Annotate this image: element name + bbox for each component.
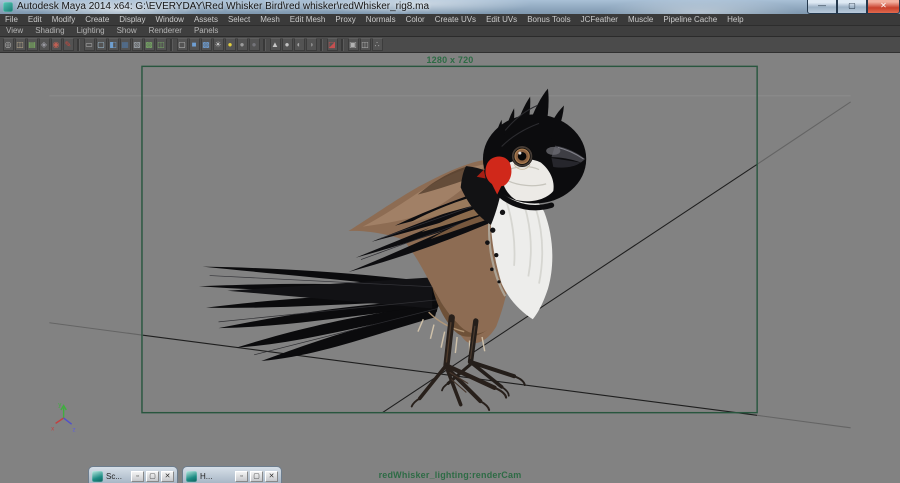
xray-joints-icon[interactable]: ◫ xyxy=(360,38,371,51)
use-all-lights-icon[interactable]: ☀ xyxy=(213,38,224,51)
toolbar-separator xyxy=(341,39,344,51)
bookmark-icon[interactable]: ▤ xyxy=(27,38,38,51)
isolate-select-icon[interactable]: ◪ xyxy=(327,38,338,51)
resolution-gate-label: 1280 x 720 xyxy=(0,55,900,65)
toolbar-separator xyxy=(77,39,80,51)
shaded-mode-icon[interactable]: ■ xyxy=(189,38,200,51)
toolbar-separator xyxy=(170,39,173,51)
panel-window-title: Sc... xyxy=(106,472,129,481)
menu-item-display[interactable]: Display xyxy=(114,14,150,25)
image-plane-icon[interactable]: ◈ xyxy=(39,38,50,51)
toolbar-separator xyxy=(320,39,323,51)
main-menu-bar: FileEditModifyCreateDisplayWindowAssetsS… xyxy=(0,14,900,26)
maximize-button[interactable]: ▢ xyxy=(837,0,867,14)
camera-attributes-icon[interactable]: ◫ xyxy=(15,38,26,51)
svg-text:x: x xyxy=(51,425,55,432)
menu-item-edit-uvs[interactable]: Edit UVs xyxy=(481,14,522,25)
panel-menu-bar: ViewShadingLightingShowRendererPanels xyxy=(0,26,900,37)
bird-eye xyxy=(511,146,532,170)
panel-menu-show[interactable]: Show xyxy=(111,26,143,36)
textured-mode-icon[interactable]: ▩ xyxy=(201,38,212,51)
menu-item-create[interactable]: Create xyxy=(80,14,114,25)
menu-item-file[interactable]: File xyxy=(0,14,23,25)
viewport-scene: y x z xyxy=(0,53,900,483)
select-camera-icon[interactable]: ◎ xyxy=(3,38,14,51)
menu-item-help[interactable]: Help xyxy=(722,14,748,25)
safe-title-icon[interactable]: ▩ xyxy=(144,38,155,51)
panel-close-button[interactable]: ✕ xyxy=(265,471,278,482)
menu-item-create-uvs[interactable]: Create UVs xyxy=(430,14,481,25)
panel-minimize-button[interactable]: ▫ xyxy=(131,471,144,482)
panel-window-icon xyxy=(92,471,103,482)
safe-action-icon[interactable]: ▧ xyxy=(132,38,143,51)
menu-item-assets[interactable]: Assets xyxy=(189,14,223,25)
panel-minimize-button[interactable]: ▫ xyxy=(235,471,248,482)
menu-item-proxy[interactable]: Proxy xyxy=(330,14,360,25)
grease-pencil-icon[interactable]: ✎ xyxy=(63,38,74,51)
menu-item-edit[interactable]: Edit xyxy=(23,14,47,25)
menu-item-modify[interactable]: Modify xyxy=(47,14,81,25)
fill-mode-icon[interactable]: ◫ xyxy=(156,38,167,51)
panel-menu-panels[interactable]: Panels xyxy=(188,26,224,36)
minimized-panel-hypershade[interactable]: H... ▫ ▢ ✕ xyxy=(182,466,282,483)
panel-window-icon xyxy=(186,471,197,482)
2d-pan-zoom-icon[interactable]: ◉ xyxy=(51,38,62,51)
minimize-button[interactable]: — xyxy=(807,0,837,14)
specular-ball-icon[interactable]: ◐ xyxy=(294,38,305,51)
shadows-icon[interactable]: ● xyxy=(237,38,248,51)
default-lighting-icon[interactable]: ● xyxy=(225,38,236,51)
svg-text:z: z xyxy=(73,426,76,433)
texture-ball-icon[interactable]: ◑ xyxy=(306,38,317,51)
panel-maximize-button[interactable]: ▢ xyxy=(250,471,263,482)
panel-close-button[interactable]: ✕ xyxy=(161,471,174,482)
maya-logo-icon xyxy=(3,2,13,12)
plugin-display-icon[interactable]: ∴ xyxy=(372,38,383,51)
gate-mask-icon[interactable]: ◧ xyxy=(108,38,119,51)
panel-maximize-button[interactable]: ▢ xyxy=(146,471,159,482)
panel-window-title: H... xyxy=(200,472,233,481)
menu-item-mesh[interactable]: Mesh xyxy=(255,14,285,25)
panel-menu-lighting[interactable]: Lighting xyxy=(71,26,111,36)
menu-item-pipeline-cache[interactable]: Pipeline Cache xyxy=(658,14,722,25)
occlusion-icon[interactable]: ● xyxy=(249,38,260,51)
toolbar-separator xyxy=(263,39,266,51)
minimized-panel-sculpt[interactable]: Sc... ▫ ▢ ✕ xyxy=(88,466,178,483)
light-cone-icon[interactable]: ▲ xyxy=(270,38,281,51)
window-controls: — ▢ ✕ xyxy=(807,0,900,14)
film-gate-icon[interactable]: ▭ xyxy=(84,38,95,51)
menu-item-normals[interactable]: Normals xyxy=(361,14,401,25)
wireframe-icon[interactable]: ▢ xyxy=(177,38,188,51)
menu-item-muscle[interactable]: Muscle xyxy=(623,14,658,25)
material-ball-icon[interactable]: ● xyxy=(282,38,293,51)
panel-icon-toolbar: ◎◫▤◈◉✎▭▢◧▦▧▩◫▢■▩☀●●●▲●◐◑◪▣◫∴ xyxy=(0,37,900,53)
render-viewport[interactable]: y x z 1280 x 720 redWhisker_lighting:ren… xyxy=(0,53,900,483)
view-axis-indicator: y x z xyxy=(51,401,75,433)
panel-menu-view[interactable]: View xyxy=(0,26,29,36)
menu-item-jcfeather[interactable]: JCFeather xyxy=(576,14,623,25)
menu-item-color[interactable]: Color xyxy=(401,14,430,25)
maya-application-window: Autodesk Maya 2014 x64: G:\EVERYDAY\Red … xyxy=(0,0,900,483)
menu-item-window[interactable]: Window xyxy=(151,14,189,25)
svg-text:y: y xyxy=(58,401,62,408)
menu-item-select[interactable]: Select xyxy=(223,14,255,25)
xray-icon[interactable]: ▣ xyxy=(348,38,359,51)
window-titlebar[interactable]: Autodesk Maya 2014 x64: G:\EVERYDAY\Red … xyxy=(0,0,900,14)
resolution-gate-icon[interactable]: ▢ xyxy=(96,38,107,51)
panel-menu-shading[interactable]: Shading xyxy=(29,26,70,36)
menu-item-bonus-tools[interactable]: Bonus Tools xyxy=(522,14,575,25)
panel-menu-renderer[interactable]: Renderer xyxy=(143,26,188,36)
menu-item-edit-mesh[interactable]: Edit Mesh xyxy=(285,14,331,25)
close-button[interactable]: ✕ xyxy=(867,0,900,14)
field-chart-icon[interactable]: ▦ xyxy=(120,38,131,51)
window-title: Autodesk Maya 2014 x64: G:\EVERYDAY\Red … xyxy=(17,2,429,12)
bird-model[interactable] xyxy=(199,89,586,410)
